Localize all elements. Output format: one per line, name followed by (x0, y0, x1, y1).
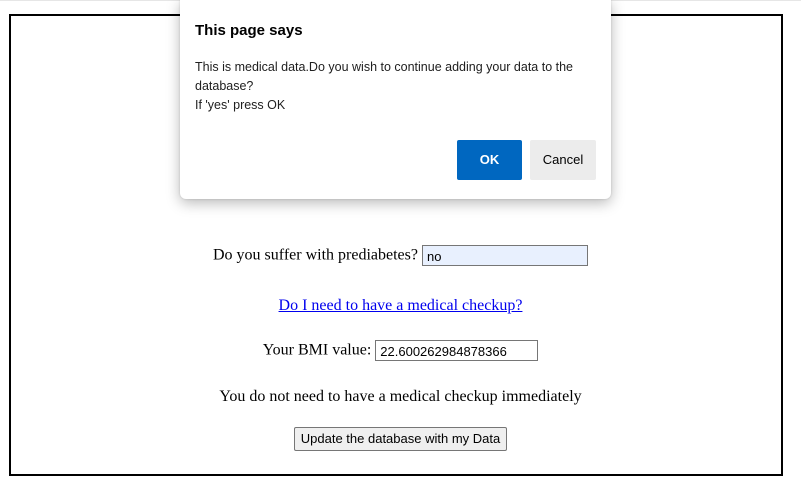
advice-text: You do not need to have a medical checku… (219, 388, 582, 405)
cancel-button[interactable]: Cancel (530, 140, 596, 180)
ok-button[interactable]: OK (457, 140, 522, 180)
page: Do you suffer with prediabetes? no Do I … (0, 0, 801, 487)
prediabetes-label: Do you suffer with prediabetes? (213, 246, 418, 264)
prediabetes-input[interactable]: no (421, 245, 588, 266)
prediabetes-row: Do you suffer with prediabetes? no (0, 245, 801, 266)
update-row: Update the database with my Data (0, 427, 801, 451)
dialog-title: This page says (195, 22, 303, 39)
advice-row: You do not need to have a medical checku… (0, 388, 801, 406)
bmi-label: Your BMI value: (262, 341, 372, 359)
bmi-input[interactable]: 22.600262984878366 (375, 340, 539, 361)
bmi-row: Your BMI value: 22.600262984878366 (0, 340, 801, 361)
checkup-link-row: Do I need to have a medical checkup? (0, 297, 801, 315)
checkup-link[interactable]: Do I need to have a medical checkup? (279, 297, 523, 314)
update-database-button[interactable]: Update the database with my Data (293, 427, 508, 451)
dialog-message-line: If 'yes' press OK (195, 98, 286, 112)
dialog-message-line: This is medical data.Do you wish to cont… (195, 60, 573, 93)
dialog-message: This is medical data.Do you wish to cont… (195, 58, 600, 115)
confirm-dialog: This page says This is medical data.Do y… (180, 0, 611, 199)
